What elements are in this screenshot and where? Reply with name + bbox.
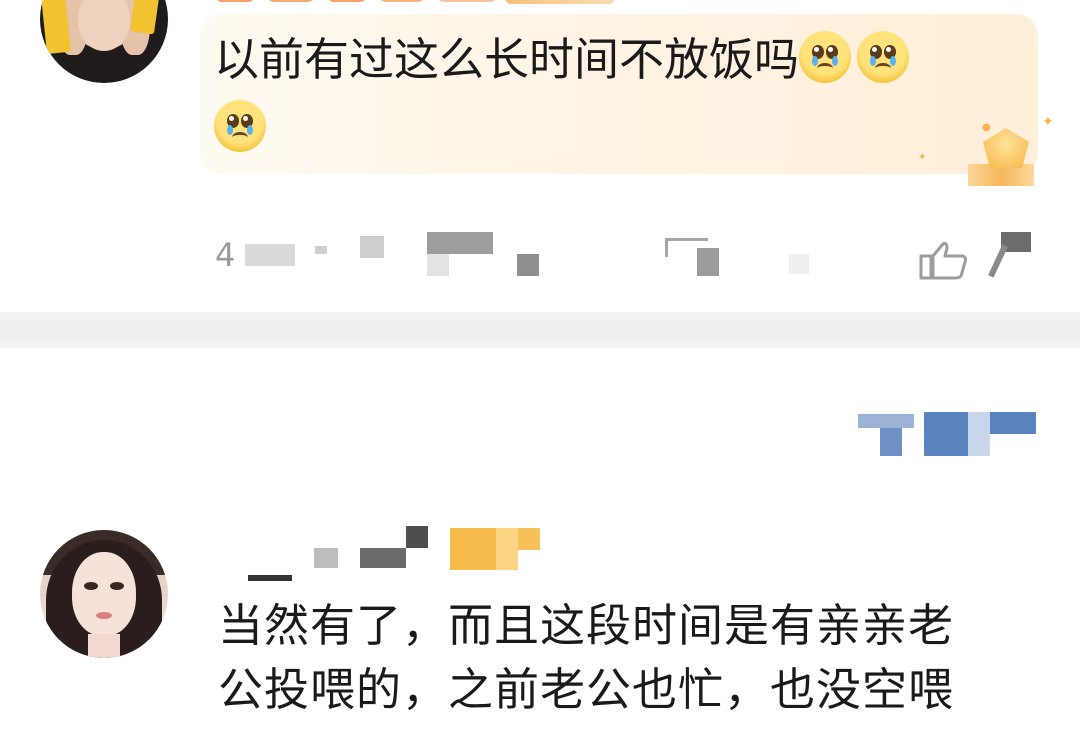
link-mosaic <box>990 412 1036 434</box>
user-level-badge <box>505 0 615 4</box>
location-mosaic <box>427 232 493 254</box>
location-mosaic <box>360 236 384 258</box>
thumbs-up-icon[interactable] <box>919 240 969 280</box>
crying-face-icon <box>857 31 910 83</box>
avatar-tag-left <box>41 0 71 55</box>
avatar-face <box>72 552 136 636</box>
reply-icon-mosaic <box>697 248 719 276</box>
timestamp-mosaic <box>245 244 295 266</box>
avatar-eye <box>110 582 124 590</box>
crying-face-icon <box>799 31 852 83</box>
link-mosaic <box>924 412 970 456</box>
comment-text: 当然有了，而且这段时间是有亲亲老 公投喂的，之前老公也忙，也没空喂 <box>218 594 1058 722</box>
username-blur <box>267 0 315 2</box>
gem-shape <box>983 128 1029 168</box>
emoji-row <box>214 100 272 152</box>
username-mosaic <box>360 548 406 568</box>
comment-text: 以前有过这么长时间不放饭吗 <box>214 28 1014 92</box>
timestamp-mosaic <box>315 246 327 254</box>
section-divider <box>0 312 1080 348</box>
level-badge-mosaic <box>496 528 518 570</box>
username-blur <box>379 0 425 2</box>
avatar-tag-right <box>130 0 162 35</box>
avatar[interactable] <box>40 0 168 83</box>
username-mosaic <box>406 526 428 548</box>
avatar-eye <box>84 582 98 590</box>
crying-face-icon <box>214 100 266 152</box>
username-mosaic <box>248 575 292 581</box>
link-mosaic <box>968 412 990 456</box>
sparkle-icon: ✦ <box>1042 114 1054 130</box>
location-mosaic <box>517 254 539 276</box>
level-badge-mosaic <box>518 528 540 550</box>
level-badge-mosaic <box>450 528 496 570</box>
comment-line: 公投喂的，之前老公也忙，也没空喂 <box>218 663 955 716</box>
username-blur <box>327 0 367 2</box>
more-icon-mosaic <box>988 244 1008 278</box>
sparkle-icon: ● <box>982 122 991 133</box>
link-mosaic[interactable] <box>858 414 914 428</box>
avatar[interactable] <box>40 530 168 658</box>
sparkle-icon: ✦ <box>918 152 927 163</box>
comment-body: 以前有过这么长时间不放饭吗 <box>214 33 800 86</box>
username-mosaic[interactable] <box>314 548 338 568</box>
comment-timestamp: 4 <box>215 236 236 274</box>
mosaic-dot <box>789 254 809 274</box>
comment-thread: 以前有过这么长时间不放饭吗 ✦ ● ✦ 4 当然有了，而且这段时间是有亲亲老 公… <box>0 0 1080 735</box>
username-blur <box>215 0 255 2</box>
location-mosaic <box>427 254 449 276</box>
link-mosaic <box>880 428 902 456</box>
avatar-neck <box>88 634 120 658</box>
avatar-lips <box>96 612 112 619</box>
username-blur <box>437 0 497 2</box>
comment-line: 当然有了，而且这段时间是有亲亲老 <box>218 599 955 652</box>
diamond-badge-icon <box>968 118 1048 188</box>
username-obscured[interactable] <box>215 0 515 6</box>
comment-actions: 4 <box>215 230 1045 280</box>
